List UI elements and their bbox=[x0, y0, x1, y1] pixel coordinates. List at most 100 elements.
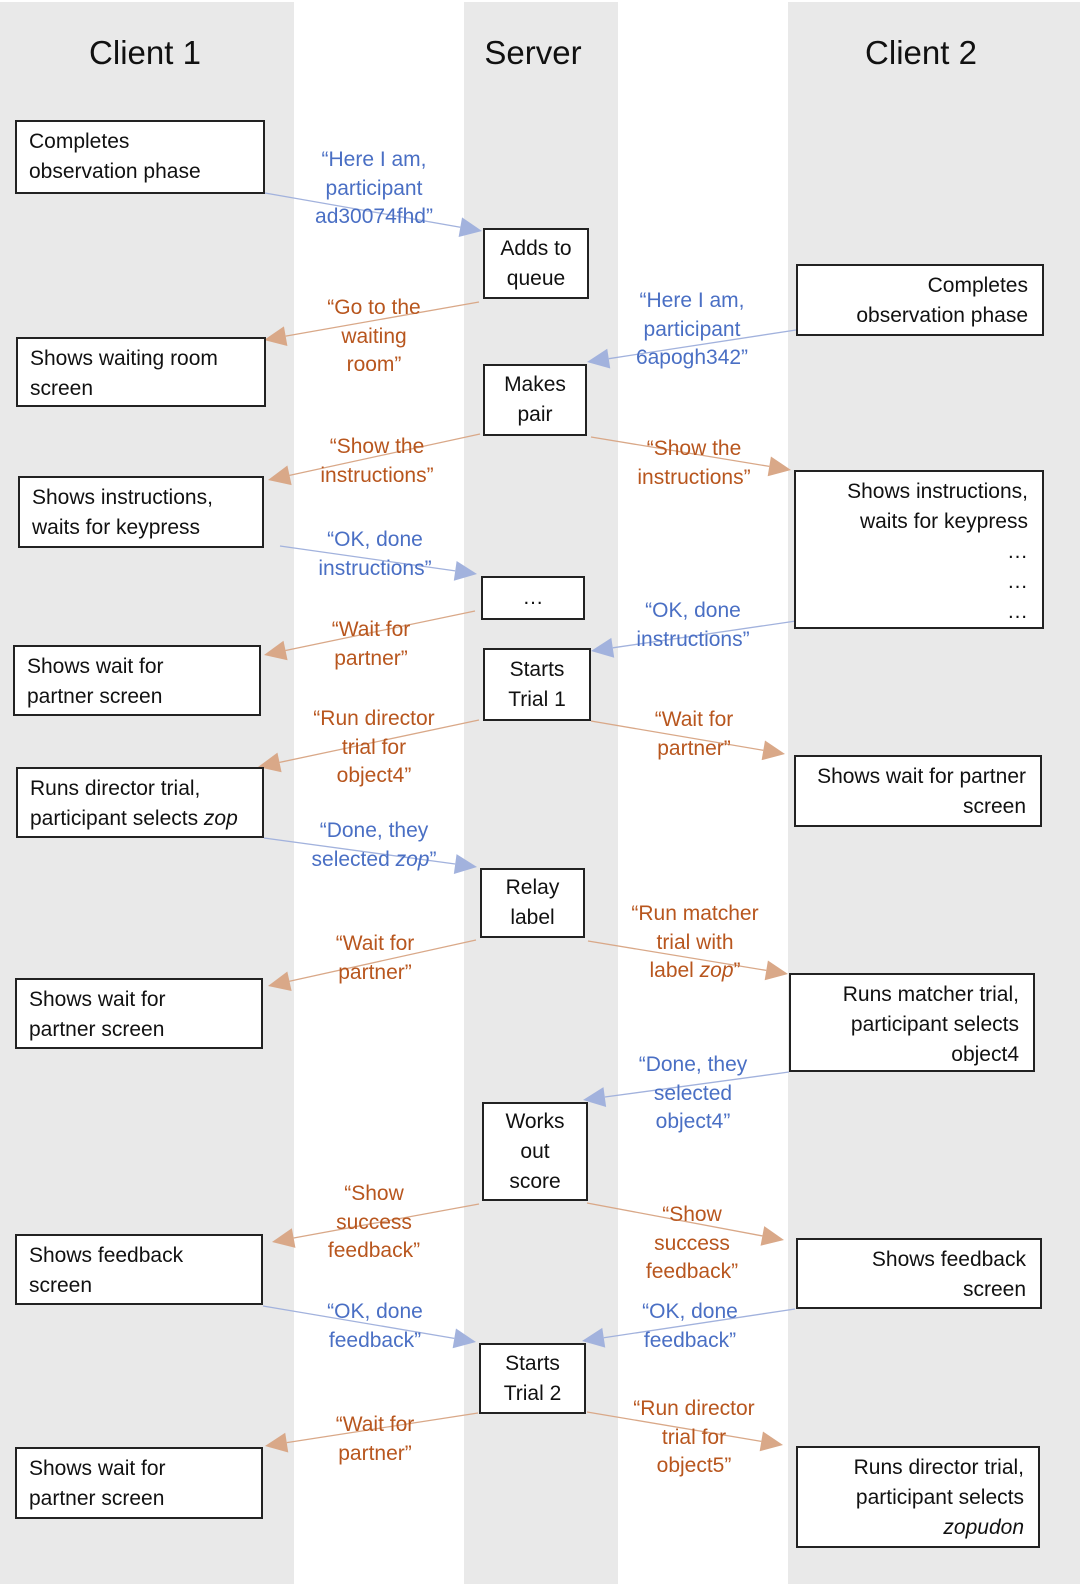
client2-step-box: Shows wait for partner screen bbox=[794, 755, 1042, 827]
box-text-line: waits for keypress bbox=[32, 516, 201, 539]
box-text-line: … bbox=[1007, 540, 1028, 563]
message-label-client1-to-server: “Here I am, participant ad30074fhd” bbox=[284, 146, 464, 232]
box-text-line: observation phase bbox=[856, 304, 1028, 327]
message-label-server-to-client2: “Show success feedback” bbox=[602, 1201, 782, 1287]
client2-step-box: Shows instructions, waits for keypress……… bbox=[794, 470, 1044, 629]
message-text-line: object5” bbox=[656, 1454, 732, 1477]
message-text-line: selected zop” bbox=[311, 847, 437, 871]
box-text-line: … bbox=[1007, 570, 1028, 593]
italic-term: zop bbox=[203, 807, 238, 830]
message-text-line: object4” bbox=[336, 764, 412, 787]
server-step-box: Works out score bbox=[482, 1102, 588, 1201]
box-text-line: object4 bbox=[951, 1043, 1019, 1066]
box-text-line: zopudon bbox=[810, 1513, 1024, 1543]
server-step-box: Adds to queue bbox=[483, 228, 589, 299]
client1-step-box: Shows wait for partner screen bbox=[15, 1447, 263, 1519]
box-text-line: Works bbox=[505, 1109, 565, 1133]
message-text-line: partner” bbox=[657, 736, 731, 760]
box-text-line: screen bbox=[29, 1274, 93, 1297]
message-text-line: “Show bbox=[662, 1203, 722, 1226]
message-label-server-to-client1: “Run director trial for object4” bbox=[284, 705, 464, 791]
lane-title-server: Server bbox=[484, 34, 582, 71]
message-text-line: “Show the bbox=[646, 437, 742, 460]
client1-step-box: Shows instructions, waits for keypress bbox=[18, 476, 264, 548]
message-text-line: room” bbox=[346, 353, 402, 376]
box-text-line: Adds to bbox=[500, 236, 572, 260]
box-text-line: partner screen bbox=[27, 685, 163, 708]
message-label-client2-to-server: “Done, they selected object4” bbox=[603, 1051, 783, 1137]
box-text-line: Shows wait for bbox=[29, 1457, 166, 1480]
message-text-line: “OK, done bbox=[645, 599, 741, 622]
box-text-line: screen bbox=[962, 1278, 1026, 1301]
client1-step-box: Shows waiting room screen bbox=[16, 337, 266, 407]
box-text-line: participant selects bbox=[855, 1486, 1024, 1509]
box-text-line: Runs director trial, bbox=[853, 1456, 1024, 1479]
message-text-line: waiting bbox=[341, 324, 407, 348]
italic-term: zopudon bbox=[943, 1516, 1024, 1539]
box-text-line: Runs director trial, bbox=[30, 777, 201, 800]
message-label-client2-to-server: “Here I am, participant 6apogh342” bbox=[602, 287, 782, 373]
client2-step-box: Completes observation phase bbox=[796, 264, 1044, 336]
message-label-server-to-client2: “Wait for partner” bbox=[604, 706, 784, 763]
box-text-line: participant selects bbox=[850, 1013, 1019, 1036]
box-text-line: Shows wait for bbox=[29, 988, 166, 1011]
message-text-line: “Run matcher bbox=[631, 902, 759, 925]
lane-title-client2: Client 2 bbox=[865, 34, 977, 71]
server-step-box: Starts Trial 2 bbox=[479, 1343, 586, 1414]
client2-step-box: Runs matcher trial, participant selects ob… bbox=[789, 973, 1035, 1072]
message-label-client1-to-server: “OK, done feedback” bbox=[285, 1298, 465, 1355]
box-text-line: Trial 2 bbox=[503, 1381, 562, 1405]
box-text-line: partner screen bbox=[29, 1487, 165, 1510]
message-text-line: “Wait for bbox=[335, 1413, 415, 1436]
italic-term: zop bbox=[699, 959, 734, 982]
box-text-line: partner screen bbox=[29, 1018, 165, 1041]
message-label-server-to-client2: “Run director trial for object5” bbox=[604, 1395, 784, 1481]
message-text-line: “OK, done bbox=[642, 1300, 738, 1323]
box-text-line: Makes bbox=[504, 373, 566, 396]
message-text-line: feedback” bbox=[643, 1328, 737, 1352]
message-text-line: partner” bbox=[334, 646, 408, 670]
message-label-client2-to-server: “OK, done feedback” bbox=[600, 1298, 780, 1355]
message-text-line: instructions” bbox=[637, 465, 751, 489]
box-text-line: screen bbox=[962, 795, 1026, 818]
box-text-line: Runs matcher trial, bbox=[842, 983, 1019, 1006]
client2-step-box: Runs director trial, participant selects z… bbox=[796, 1446, 1040, 1548]
message-text-line: “Run director bbox=[633, 1397, 755, 1420]
client1-step-box: Shows wait for partner screen bbox=[15, 978, 263, 1049]
message-text-line: “Wait for bbox=[335, 932, 415, 955]
message-text-line: “Go to the bbox=[327, 296, 421, 319]
box-text-line: observation phase bbox=[29, 160, 201, 183]
message-text-line: “Wait for bbox=[331, 618, 411, 641]
message-text-line: “Done, they bbox=[319, 819, 429, 842]
message-text-line: “Done, they bbox=[638, 1053, 748, 1076]
client1-step-box: Shows feedback screen bbox=[15, 1234, 263, 1305]
client1-step-box: Shows wait for partner screen bbox=[13, 645, 261, 716]
message-text-line: feedback” bbox=[328, 1328, 422, 1352]
message-label-server-to-client1: “Go to the waiting room” bbox=[284, 294, 464, 380]
message-text-line: feedback” bbox=[327, 1239, 421, 1262]
box-text-line: Trial 1 bbox=[508, 687, 566, 711]
box-text-line: Relay bbox=[505, 876, 560, 899]
message-text-line: instructions” bbox=[636, 627, 750, 651]
message-text-line: feedback” bbox=[645, 1260, 739, 1283]
message-label-client2-to-server: “OK, done instructions” bbox=[603, 597, 783, 654]
box-text-line: Shows instructions, bbox=[32, 486, 213, 509]
client1-step-box: Completes observation phase bbox=[15, 120, 265, 194]
server-step-box: Relay label bbox=[480, 868, 585, 938]
box-text-line: Shows feedback bbox=[29, 1244, 184, 1267]
message-label-server-to-client2: “Show the instructions” bbox=[604, 435, 784, 492]
message-text-line: “OK, done bbox=[327, 528, 423, 551]
message-text-line: label zop” bbox=[649, 959, 741, 982]
box-text-line: Completes bbox=[29, 130, 130, 153]
message-label-server-to-client1: “Wait for partner” bbox=[285, 1411, 465, 1468]
box-text-line: Starts bbox=[505, 1351, 560, 1375]
message-label-server-to-client1: “Show success feedback” bbox=[284, 1180, 464, 1266]
box-text-line: … bbox=[1007, 600, 1028, 623]
message-text-line: “Run director bbox=[313, 707, 435, 730]
message-text-line: object4” bbox=[655, 1110, 731, 1133]
message-text-line: instructions” bbox=[320, 463, 434, 487]
message-text-line: 6apogh342” bbox=[635, 346, 749, 369]
message-text-line: partner” bbox=[338, 1441, 412, 1465]
message-text-line: trial for bbox=[341, 735, 407, 759]
box-text-line: Shows feedback bbox=[871, 1248, 1026, 1271]
